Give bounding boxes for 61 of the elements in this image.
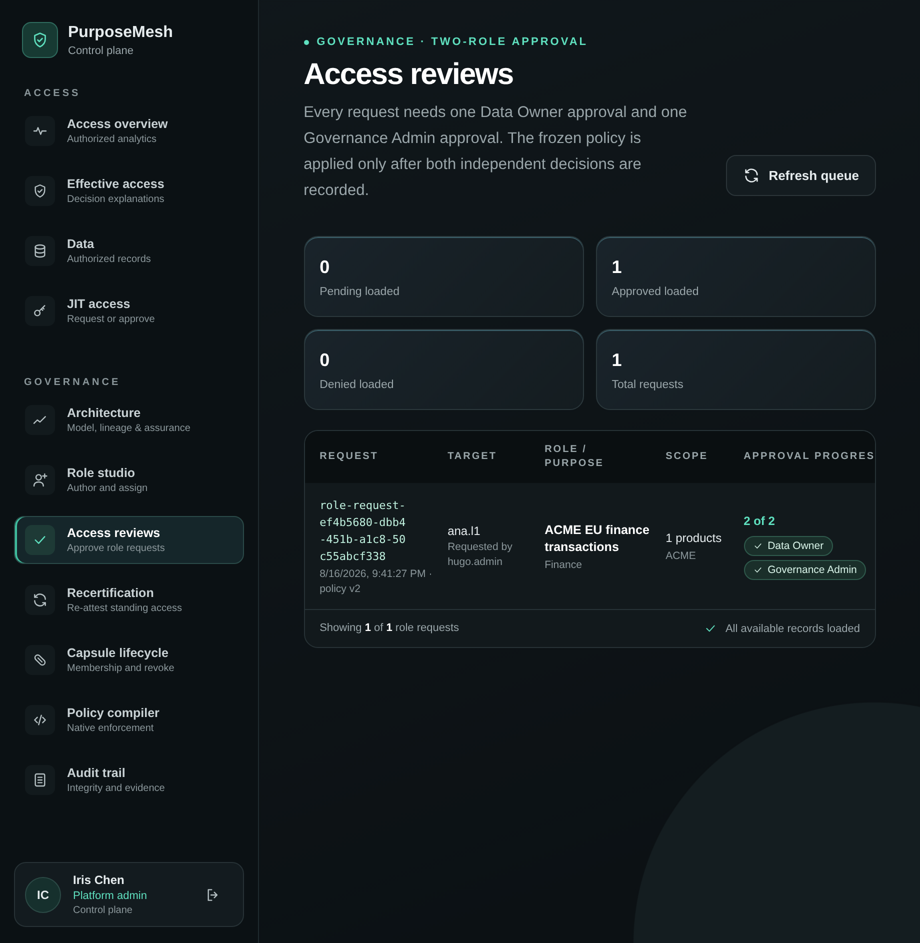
stat-label: Total requests xyxy=(612,379,684,391)
user-role: Platform admin xyxy=(73,890,147,902)
requested-by: Requested by hugo.admin xyxy=(448,540,514,570)
stat-value: 0 xyxy=(320,350,331,371)
refresh-icon xyxy=(742,167,760,184)
stat-label: Denied loaded xyxy=(320,379,395,391)
scope: 1 products xyxy=(666,530,723,547)
role-name: ACME EU finance transactions xyxy=(544,522,650,556)
page-title: Access reviews xyxy=(304,58,514,92)
database-icon xyxy=(32,243,48,259)
column-header: APPROVAL PROGRES xyxy=(744,450,875,464)
approval-count: 2 of 2 xyxy=(744,514,776,528)
section-heading: GOVERNANCE xyxy=(24,377,122,388)
refresh-button[interactable]: Refresh queue xyxy=(726,155,876,196)
shield-check-icon xyxy=(32,183,48,199)
nav-item[interactable]: Policy compiler Native enforcement xyxy=(14,696,244,744)
user-context: Control plane xyxy=(73,905,134,916)
user-plus-icon xyxy=(32,472,48,488)
nav-item[interactable]: Access reviews Approve role requests xyxy=(14,516,244,564)
check-icon xyxy=(752,565,763,575)
nav-item[interactable]: Role studio Author and assign xyxy=(14,456,244,504)
code-icon xyxy=(32,712,48,728)
column-header: SCOPE xyxy=(666,450,710,464)
nav-item[interactable]: Architecture Model, lineage & assurance xyxy=(14,396,244,444)
stat-value: 1 xyxy=(612,350,623,371)
target-user: ana.l1 xyxy=(448,524,482,538)
key-icon xyxy=(32,303,48,319)
stat-label: Pending loaded xyxy=(320,286,400,298)
nav-item[interactable]: Data Authorized records xyxy=(14,227,244,275)
column-header: ROLE / PURPOSE xyxy=(544,443,605,471)
brand-subtitle: Control plane xyxy=(68,44,134,56)
stat-value: 0 xyxy=(320,257,331,278)
section-heading: ACCESS xyxy=(24,88,82,99)
eyebrow-label: GOVERNANCE · TWO-ROLE APPROVAL xyxy=(316,36,588,48)
nav-item[interactable]: Effective access Decision explanations xyxy=(14,167,244,215)
stat-label: Approved loaded xyxy=(612,286,700,298)
purpose: Finance xyxy=(544,558,583,572)
load-status: All available records loaded xyxy=(725,622,860,634)
avatar: IC xyxy=(25,876,61,912)
approval-badge: Data Owner xyxy=(744,536,833,556)
check-icon xyxy=(752,541,763,551)
nav-item[interactable]: JIT access Request or approve xyxy=(14,287,244,335)
shield-check-icon xyxy=(31,31,49,49)
request-meta: 8/16/2026, 9:41:27 PM · policy v2 xyxy=(320,567,434,597)
scope-meta: ACME xyxy=(666,549,697,564)
stat-value: 1 xyxy=(612,257,623,278)
column-header: TARGET xyxy=(448,450,498,464)
nav-item[interactable]: Access overview Authorized analytics xyxy=(14,107,244,155)
request-id: role-request-ef4b5680-dbb4-451b-a1c8-50c55abcf338 xyxy=(320,498,407,565)
showing-count: Showing 1 of 1 role requests xyxy=(320,622,460,635)
nav-item[interactable]: Recertification Re-attest standing access xyxy=(14,576,244,624)
refresh-icon xyxy=(32,592,48,608)
approval-badge: Governance Admin xyxy=(744,560,866,580)
document-icon xyxy=(32,772,48,788)
column-header: REQUEST xyxy=(320,450,380,464)
status-dot xyxy=(304,40,309,44)
user-name: Iris Chen xyxy=(73,873,126,887)
nav-item[interactable]: Capsule lifecycle Membership and revoke xyxy=(14,636,244,684)
brand-name: PurposeMesh xyxy=(68,24,173,42)
nav-item[interactable]: Audit trail Integrity and evidence xyxy=(14,756,244,804)
page-description: Every request needs one Data Owner approval and one Governance Admin approval. The frozen policy is applied only after both independent decisions are recorded. xyxy=(304,103,688,201)
